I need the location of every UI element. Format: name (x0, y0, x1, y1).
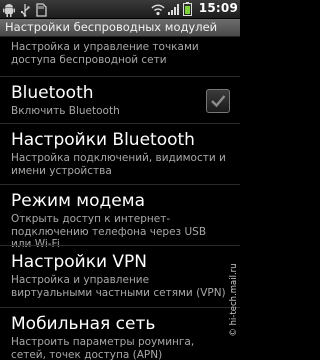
item-title: Мобильная сеть (11, 314, 156, 334)
item-title: Настройки VPN (11, 252, 148, 272)
android-icon (3, 2, 15, 17)
signal-icon (167, 1, 179, 15)
wifi-icon (151, 1, 165, 16)
usb-icon (19, 2, 31, 17)
watermark-text: © hi-tech.mail.ru (229, 263, 239, 337)
item-summary: Включить Bluetooth (11, 105, 120, 117)
item-title: Настройки Bluetooth (11, 130, 195, 150)
list-item-bluetooth-settings[interactable]: Настройки Bluetooth Настройка подключени… (0, 123, 240, 184)
settings-list[interactable]: Настройка и управление точками доступа б… (0, 37, 240, 360)
status-right-icons: 15:09 (151, 1, 238, 16)
list-item-bluetooth-toggle[interactable]: Bluetooth Включить Bluetooth (0, 76, 240, 123)
checkmark-icon (211, 95, 226, 108)
item-title: Режим модема (11, 191, 145, 211)
item-summary: Настроить параметры роуминга, сетей, точ… (11, 336, 195, 360)
list-item-vpn-settings[interactable]: Настройки VPN Настройка и управление вир… (0, 245, 240, 307)
item-summary: Настройка и управление точками доступа б… (11, 41, 199, 66)
item-summary: Настройка подключений, видимости и имени… (11, 152, 226, 177)
list-item-tethering[interactable]: Режим модема Открыть доступ к интернет-п… (0, 184, 240, 250)
item-title: Bluetooth (11, 83, 94, 103)
screen-title: Настройки беспроводных модулей (5, 20, 218, 34)
sd-card-icon (35, 2, 47, 17)
screen-title-bar: Настройки беспроводных модулей (0, 19, 240, 37)
bluetooth-checkbox[interactable] (206, 89, 230, 113)
battery-icon (182, 1, 195, 16)
status-bar: 15:09 (0, 0, 240, 19)
watermark: © hi-tech.mail.ru (229, 245, 239, 355)
clock: 15:09 (198, 1, 238, 15)
list-item-wifi-settings[interactable]: Настройка и управление точками доступа б… (0, 37, 240, 68)
list-item-mobile-network[interactable]: Мобильная сеть Настроить параметры роуми… (0, 307, 240, 360)
status-left-icons (3, 2, 47, 17)
item-summary: Настройка и управление виртуальными част… (11, 274, 226, 299)
